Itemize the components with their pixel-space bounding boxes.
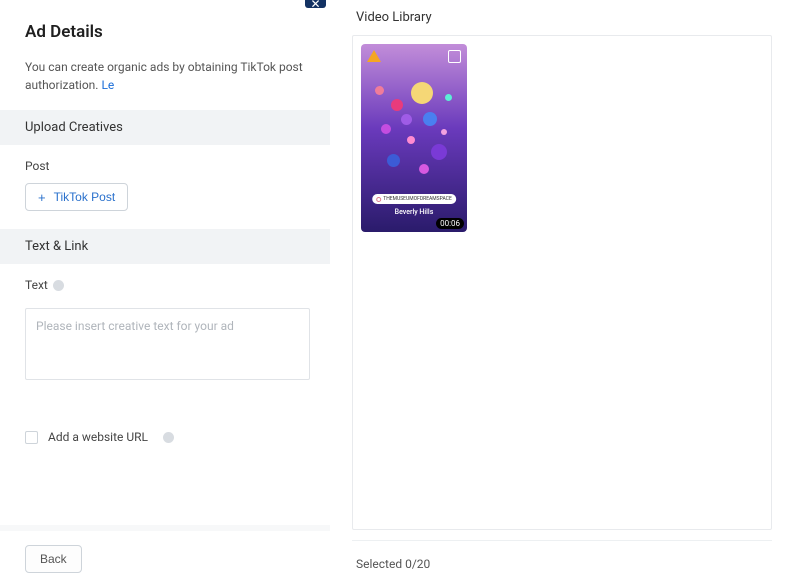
page-title: Ad Details bbox=[25, 22, 320, 42]
info-icon[interactable] bbox=[53, 280, 64, 291]
selected-count: Selected 0/20 bbox=[352, 540, 772, 577]
tiktok-post-label: TikTok Post bbox=[54, 190, 116, 204]
section-upload-creatives: Upload Creatives bbox=[0, 110, 330, 145]
page-subtitle: You can create organic ads by obtaining … bbox=[25, 58, 320, 94]
tiktok-post-button[interactable]: + TikTok Post bbox=[25, 183, 128, 211]
video-library-title: Video Library bbox=[352, 0, 772, 35]
plus-icon: + bbox=[38, 190, 46, 205]
section-text-link: Text & Link bbox=[0, 229, 330, 264]
ad-details-panel: Ad Details You can create organic ads by… bbox=[0, 0, 330, 587]
learn-more-link[interactable]: Le bbox=[101, 78, 114, 92]
select-checkbox[interactable] bbox=[448, 50, 461, 63]
subtitle-text: You can create organic ads by obtaining … bbox=[25, 60, 303, 92]
info-icon[interactable] bbox=[163, 432, 174, 443]
add-url-checkbox[interactable] bbox=[25, 431, 38, 444]
video-tag: THEMUSEUMOFDREAMSPACE bbox=[372, 194, 456, 204]
add-url-row: Add a website URL bbox=[25, 430, 320, 444]
tag-dot-icon bbox=[376, 197, 381, 202]
post-label: Post bbox=[25, 159, 320, 173]
text-label: Text bbox=[25, 278, 320, 292]
post-section: Post + TikTok Post bbox=[0, 145, 330, 229]
creative-text-input[interactable] bbox=[25, 308, 310, 380]
warning-icon bbox=[367, 50, 381, 62]
back-button[interactable]: Back bbox=[25, 545, 82, 573]
left-footer: Back bbox=[0, 525, 330, 587]
video-duration: 00:06 bbox=[436, 218, 464, 229]
add-url-label: Add a website URL bbox=[48, 430, 148, 444]
video-thumbnail[interactable]: THEMUSEUMOFDREAMSPACE Beverly Hills 00:0… bbox=[361, 44, 467, 232]
video-location: Beverly Hills bbox=[361, 208, 467, 216]
video-grid: THEMUSEUMOFDREAMSPACE Beverly Hills 00:0… bbox=[352, 35, 772, 530]
video-library-panel: Video Library THEMUSEUMOFDREAMSPACE Beve… bbox=[352, 0, 772, 587]
